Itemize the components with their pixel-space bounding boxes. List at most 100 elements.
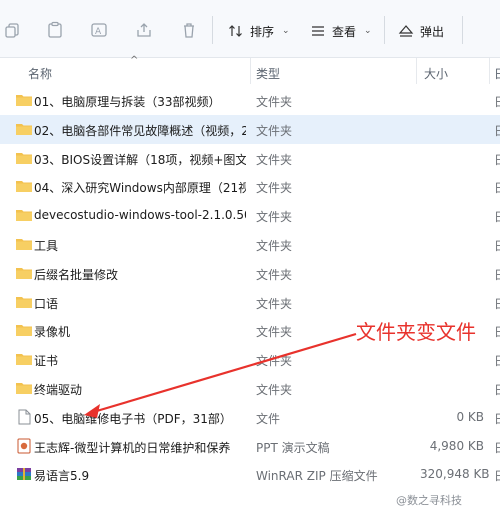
column-header-name[interactable]: 名称: [28, 65, 52, 82]
file-type: 文件夹: [256, 123, 293, 138]
file-date: 日: [494, 295, 500, 312]
column-divider[interactable]: [416, 58, 417, 84]
file-type: 文件夹: [256, 382, 293, 397]
file-date: 日: [494, 93, 500, 110]
view-label: 查看: [332, 24, 357, 39]
file-name: 04、深入研究Windows内部原理（21视…: [34, 181, 246, 196]
zip-icon: [17, 468, 31, 481]
sort-icon: [229, 25, 242, 37]
folder-icon: [16, 152, 32, 164]
paste-icon[interactable]: [46, 21, 64, 39]
file-size: 320,948 KB: [420, 467, 490, 482]
file-name: 口语: [34, 296, 59, 311]
file-name: 02、电脑各部件常见故障概述（视频，2…: [34, 123, 246, 138]
column-header-date[interactable]: 日: [494, 65, 500, 82]
file-name: 王志辉-微型计算机的日常维护和保养: [34, 440, 231, 455]
file-row[interactable]: devecostudio-windows-tool-2.1.0.501 文件夹 …: [0, 201, 500, 230]
file-type: 文件夹: [256, 354, 293, 369]
file-type: 文件夹: [256, 181, 293, 196]
folder-icon: [16, 325, 32, 337]
chevron-down-icon: ⌄: [364, 26, 372, 36]
file-row[interactable]: 王志辉-微型计算机的日常维护和保养 PPT 演示文稿 4,980 KB 日: [0, 432, 500, 461]
file-row[interactable]: 口语 文件夹 日: [0, 288, 500, 317]
file-row[interactable]: 03、BIOS设置详解（18项，视频+图文） 文件夹 日: [0, 144, 500, 173]
folder-icon: [16, 123, 32, 135]
file-row[interactable]: 后缀名批量修改 文件夹 日: [0, 259, 500, 288]
file-date: 日: [494, 122, 500, 139]
sort-label: 排序: [250, 24, 275, 39]
view-button[interactable]: 查看 ⌄: [310, 18, 372, 44]
sort-button[interactable]: 排序 ⌄: [228, 18, 290, 44]
eject-button[interactable]: 弹出: [398, 18, 444, 44]
file-type: 文件: [256, 411, 281, 426]
view-list-icon: [312, 26, 324, 36]
file-type: PPT 演示文稿: [256, 440, 330, 455]
delete-icon[interactable]: [180, 21, 198, 39]
file-row[interactable]: 05、电脑维修电子书（PDF，31部） 文件 0 KB 日: [0, 403, 500, 432]
file-type: 文件夹: [256, 267, 293, 282]
svg-text:A: A: [95, 27, 102, 37]
command-bar: A 排序 ⌄ 查看 ⌄ 弹出: [0, 0, 500, 58]
folder-icon: [16, 95, 32, 106]
file-date: 日: [494, 381, 500, 398]
file-type: 文件夹: [256, 296, 293, 311]
toolbar-separator: [212, 16, 213, 44]
file-name: devecostudio-windows-tool-2.1.0.501: [34, 208, 246, 223]
folder-icon: [16, 210, 32, 222]
watermark: @数之寻科技: [396, 494, 462, 507]
file-name: 01、电脑原理与拆装（33部视频）: [34, 95, 221, 109]
column-header-type[interactable]: 类型: [256, 65, 280, 82]
folder-icon: [16, 382, 32, 394]
file-date: 日: [494, 266, 500, 283]
file-type: 文件夹: [256, 95, 293, 109]
folder-icon: [16, 181, 32, 193]
annotation-label: 文件夹变文件: [356, 320, 476, 344]
file-name: 03、BIOS设置详解（18项，视频+图文）: [34, 152, 246, 167]
sort-ascending-icon: ^: [130, 55, 139, 66]
column-divider[interactable]: [250, 58, 251, 84]
file-date: 日: [494, 352, 500, 369]
eject-label: 弹出: [420, 24, 445, 39]
file-row[interactable]: 证书 文件夹 日: [0, 345, 500, 374]
file-name: 工具: [34, 238, 59, 253]
file-row[interactable]: 易语言5.9 WinRAR ZIP 压缩文件 320,948 KB 日: [0, 460, 500, 489]
file-row[interactable]: 工具 文件夹 日: [0, 230, 500, 259]
file-name: 后缀名批量修改: [34, 267, 119, 282]
toolbar-separator: [462, 16, 463, 44]
file-row[interactable]: 终端驱动 文件夹 日: [0, 374, 500, 403]
file-date: 日: [494, 323, 500, 340]
file-size: 4,980 KB: [429, 438, 484, 453]
file-date: 日: [494, 179, 500, 196]
share-icon[interactable]: [135, 21, 153, 39]
file-date: 日: [494, 410, 500, 427]
toolbar-separator: [384, 16, 385, 44]
folder-icon: [16, 238, 32, 250]
file-row[interactable]: 04、深入研究Windows内部原理（21视… 文件夹 日: [0, 172, 500, 201]
file-type: 文件夹: [256, 152, 293, 167]
file-row[interactable]: 01、电脑原理与拆装（33部视频） 文件夹 日: [0, 86, 500, 115]
file-date: 日: [494, 208, 500, 225]
folder-icon: [16, 296, 32, 308]
file-name: 终端驱动: [34, 382, 83, 397]
chevron-down-icon: ⌄: [282, 26, 290, 36]
eject-icon: [398, 25, 414, 37]
file-size: 0 KB: [456, 409, 484, 424]
file-name: 录像机: [34, 325, 71, 340]
file-row[interactable]: 02、电脑各部件常见故障概述（视频，2… 文件夹 日: [0, 114, 500, 144]
file-date: 日: [494, 439, 500, 456]
folder-icon: [16, 354, 32, 366]
folder-icon: [16, 267, 32, 279]
file-name: 易语言5.9: [34, 469, 90, 484]
file-list: 01、电脑原理与拆装（33部视频） 文件夹 日 02、电脑各部件常见故障概述（视…: [0, 86, 500, 489]
file-type: WinRAR ZIP 压缩文件: [256, 469, 378, 484]
file-name: 05、电脑维修电子书（PDF，31部）: [34, 411, 232, 426]
file-name: 证书: [34, 354, 59, 369]
file-date: 日: [494, 237, 500, 254]
column-header-size[interactable]: 大小: [424, 65, 448, 82]
file-icon: [18, 409, 31, 425]
copy-icon[interactable]: [4, 21, 22, 39]
file-type: 文件夹: [256, 210, 293, 225]
rename-icon[interactable]: A: [90, 21, 108, 39]
file-date: 日: [494, 151, 500, 168]
column-divider[interactable]: [489, 58, 490, 84]
